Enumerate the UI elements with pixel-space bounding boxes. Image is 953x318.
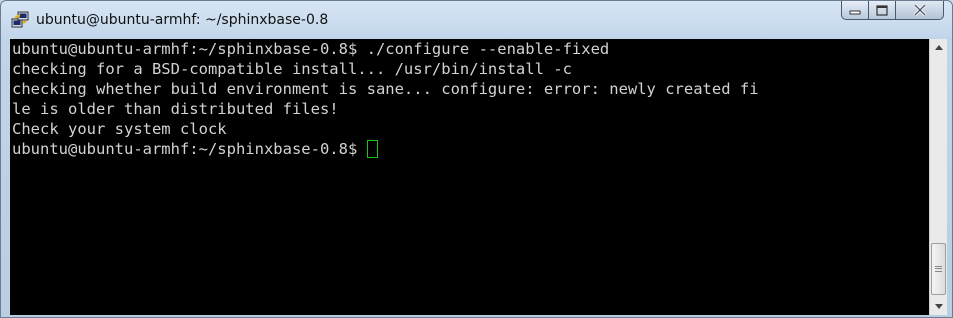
terminal-cursor [366,140,378,158]
window-controls [841,1,944,21]
grip-icon [935,266,942,272]
terminal-window: ubuntu@ubuntu-armhf: ~/sphinxbase-0.8 ub… [0,0,953,318]
minimize-button[interactable] [841,1,869,20]
terminal-prompt: ubuntu@ubuntu-armhf:~/sphinxbase-0.8$ [12,140,367,158]
window-title: ubuntu@ubuntu-armhf: ~/sphinxbase-0.8 [36,12,329,28]
maximize-button[interactable] [869,1,896,20]
title-bar[interactable]: ubuntu@ubuntu-armhf: ~/sphinxbase-0.8 [1,1,952,39]
scroll-down-button[interactable] [930,298,947,315]
terminal-line: checking for a BSD-compatible install...… [12,60,572,78]
terminal-line: checking whether build environment is sa… [12,80,759,98]
close-button[interactable] [896,1,944,20]
scroll-up-button[interactable] [930,39,947,56]
minimize-icon [849,10,861,15]
scroll-thumb[interactable] [931,243,946,295]
arrow-down-icon [934,304,943,309]
vertical-scrollbar[interactable] [929,39,947,315]
terminal-line: ubuntu@ubuntu-armhf:~/sphinxbase-0.8$ ./… [12,40,610,58]
maximize-icon [876,4,888,16]
putty-icon[interactable] [11,11,29,29]
terminal-output[interactable]: ubuntu@ubuntu-armhf:~/sphinxbase-0.8$ ./… [10,39,929,315]
close-icon [913,4,926,16]
terminal-line: le is older than distributed files! [12,100,339,118]
terminal-line: Check your system clock [12,120,227,138]
arrow-up-icon [934,45,943,50]
terminal-prompt-line: ubuntu@ubuntu-armhf:~/sphinxbase-0.8$ [12,139,929,159]
